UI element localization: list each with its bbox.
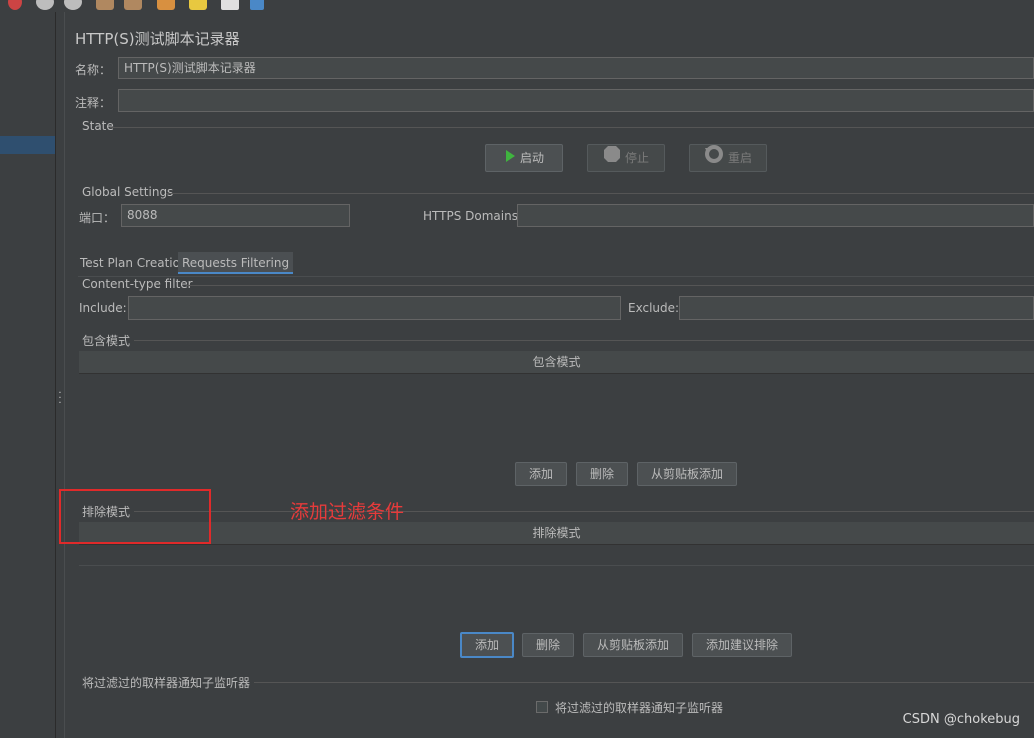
include-add-button[interactable]: 添加	[515, 462, 567, 486]
notify-checkbox[interactable]	[536, 701, 548, 713]
include-patterns-divider	[134, 340, 1034, 341]
broom-all-icon[interactable]	[124, 0, 142, 10]
reset-search-icon[interactable]	[189, 0, 207, 10]
stop-button[interactable]: 停止	[587, 144, 665, 172]
include-patterns-label: 包含模式	[82, 334, 131, 348]
content-type-filter-label: Content-type filter	[82, 277, 193, 291]
annotation-text: 添加过滤条件	[290, 501, 405, 523]
tree-selected-node[interactable]	[0, 136, 55, 154]
restart-button-label: 重启	[727, 151, 752, 165]
tab-strip-divider	[78, 276, 1034, 277]
https-domains-field[interactable]	[517, 204, 1034, 227]
start-button[interactable]: 启动	[485, 144, 563, 172]
include-patterns-table[interactable]	[79, 374, 1034, 454]
name-label: 名称：	[75, 63, 112, 77]
help-icon[interactable]	[250, 0, 264, 10]
stop-button-label: 停止	[624, 151, 649, 165]
notify-divider	[254, 682, 1034, 683]
global-settings-label: Global Settings	[82, 185, 174, 199]
play-icon	[504, 146, 516, 172]
broom-icon[interactable]	[96, 0, 114, 10]
function-helper-icon[interactable]	[221, 0, 239, 10]
annotation-highlight-box	[59, 489, 211, 544]
shutdown-icon[interactable]	[64, 0, 82, 10]
port-label: 端口：	[79, 211, 116, 225]
start-button-label: 启动	[519, 151, 544, 165]
tab-requests-filtering[interactable]: Requests Filtering	[178, 252, 294, 274]
notify-section-label: 将过滤过的取样器通知子监听器	[82, 676, 251, 690]
https-domains-label: HTTPS Domains:	[423, 209, 522, 223]
exclude-field[interactable]	[679, 296, 1034, 320]
state-divider	[110, 127, 1034, 128]
comment-field[interactable]	[118, 89, 1034, 112]
exclude-patterns-divider	[134, 511, 1034, 512]
tab-test-plan-creation[interactable]: Test Plan Creation	[80, 252, 188, 274]
split-divider[interactable]	[55, 12, 56, 738]
port-field[interactable]: 8088	[121, 204, 350, 227]
name-field[interactable]: HTTP(S)测试脚本记录器	[118, 57, 1034, 79]
exclude-label: Exclude:	[628, 301, 680, 315]
include-delete-button[interactable]: 删除	[576, 462, 628, 486]
exclude-add-button[interactable]: 添加	[460, 632, 514, 658]
exclude-suggest-button[interactable]: 添加建议排除	[692, 633, 792, 657]
clear-icon[interactable]	[8, 0, 22, 10]
comment-label: 注释：	[75, 96, 112, 110]
binoculars-icon[interactable]	[157, 0, 175, 10]
include-paste-button[interactable]: 从剪贴板添加	[637, 462, 737, 486]
page-title: HTTP(S)测试脚本记录器	[75, 30, 240, 48]
include-patterns-column-header[interactable]: 包含模式	[79, 351, 1034, 374]
restart-button[interactable]: 重启	[689, 144, 767, 172]
split-grip-icon[interactable]: · · ·	[58, 389, 62, 409]
include-label: Include:	[79, 301, 127, 315]
content-type-filter-divider	[186, 285, 1034, 286]
stop-icon[interactable]	[36, 0, 54, 10]
notify-checkbox-label[interactable]: 将过滤过的取样器通知子监听器	[555, 699, 723, 716]
include-field[interactable]	[128, 296, 621, 320]
panel-border	[64, 12, 65, 738]
exclude-table-bottom	[79, 565, 1034, 566]
toolbar	[0, 0, 1034, 12]
exclude-patterns-column-header[interactable]: 排除模式	[79, 522, 1034, 545]
stop-icon	[603, 145, 621, 172]
state-section-label: State	[82, 119, 114, 133]
exclude-patterns-table[interactable]	[79, 545, 1034, 565]
exclude-paste-button[interactable]: 从剪贴板添加	[583, 633, 683, 657]
restart-icon	[704, 145, 724, 172]
exclude-delete-button[interactable]: 删除	[522, 633, 574, 657]
global-settings-divider	[166, 193, 1034, 194]
test-plan-tree[interactable]	[0, 12, 55, 738]
watermark: CSDN @chokebug	[902, 712, 1020, 727]
